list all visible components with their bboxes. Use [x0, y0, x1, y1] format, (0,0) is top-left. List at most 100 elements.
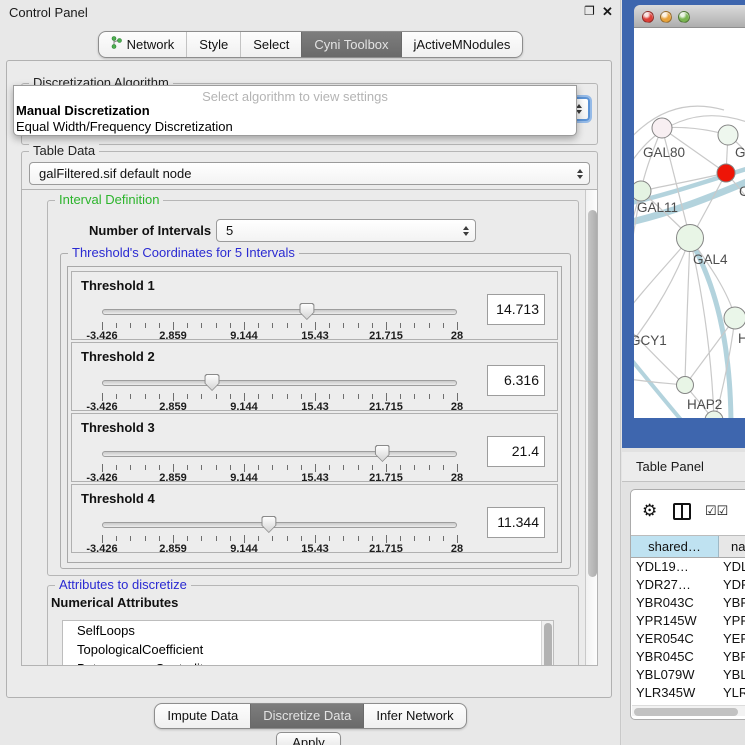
top-tab-bar: NetworkStyleSelectCyni ToolboxjActiveMNo…: [98, 31, 524, 58]
tab-infer-network[interactable]: Infer Network: [363, 704, 465, 728]
gear-icon[interactable]: ⚙: [642, 501, 657, 521]
float-icon[interactable]: ❐: [584, 4, 595, 18]
threshold-slider[interactable]: -3.4262.8599.14415.4321.71528: [102, 447, 457, 481]
tick-mark: [457, 464, 458, 472]
close-icon[interactable]: ✕: [602, 4, 613, 20]
network-window-titlebar[interactable]: [634, 5, 745, 28]
threshold-slider[interactable]: -3.4262.8599.14415.4321.71528: [102, 376, 457, 410]
table-row[interactable]: YLR345WYLR3: [631, 684, 745, 702]
slider-handle[interactable]: [261, 516, 276, 533]
tick-mark: [145, 465, 146, 470]
settings-scrollbar[interactable]: [585, 190, 598, 665]
table-row[interactable]: YDR27…YDR2: [631, 576, 745, 594]
tab-jactivemnodules[interactable]: jActiveMNodules: [401, 32, 523, 57]
tick-mark: [173, 322, 174, 330]
threshold-slider[interactable]: -3.4262.8599.14415.4321.71528: [102, 305, 457, 339]
threshold-slider[interactable]: -3.4262.8599.14415.4321.71528: [102, 518, 457, 552]
tick-mark: [329, 536, 330, 541]
number-of-intervals-value: 5: [226, 223, 233, 238]
threshold-row-4: Threshold 4-3.4262.8599.14415.4321.71528…: [71, 484, 558, 553]
tick-mark: [130, 536, 131, 541]
tick-mark: [358, 536, 359, 541]
tick-mark: [386, 322, 387, 330]
tab-cyni-toolbox[interactable]: Cyni Toolbox: [301, 32, 400, 57]
table-data-group: Table Data galFiltered.sif default node: [21, 151, 598, 194]
columns-icon[interactable]: [673, 503, 691, 520]
network-graph[interactable]: GAL80GACGAL11GAL4GCY1HHAP2: [634, 28, 745, 418]
algorithm-option[interactable]: Equal Width/Frequency Discretization: [14, 119, 576, 135]
network-node[interactable]: [677, 225, 704, 252]
cell-name: YBL0: [719, 666, 745, 684]
threshold-value-field[interactable]: 6.316: [487, 365, 545, 396]
network-edge[interactable]: [685, 238, 690, 383]
numerical-attributes-label: Numerical Attributes: [51, 595, 178, 610]
numerical-attributes-list[interactable]: SelfLoopsTopologicalCoefficientBetweenne…: [62, 620, 554, 666]
mac-close-icon[interactable]: [642, 11, 654, 23]
slider-track[interactable]: [102, 451, 457, 457]
table-row[interactable]: YBR043CYBR0: [631, 594, 745, 612]
table-panel-title: Table Panel: [636, 459, 704, 474]
apply-button[interactable]: Apply: [276, 732, 341, 745]
network-node[interactable]: [634, 181, 651, 201]
table-row[interactable]: YER054CYER0: [631, 630, 745, 648]
mac-minimize-icon[interactable]: [660, 11, 672, 23]
mac-zoom-icon[interactable]: [678, 11, 690, 23]
network-edge[interactable]: [634, 238, 690, 318]
network-node[interactable]: [724, 307, 745, 329]
tab-impute-data[interactable]: Impute Data: [155, 704, 250, 728]
scrollbar-thumb[interactable]: [634, 708, 738, 716]
cell-shared-name: YER054C: [631, 630, 719, 648]
tick-mark: [187, 465, 188, 470]
network-node[interactable]: [717, 164, 735, 182]
tab-network[interactable]: Network: [99, 32, 187, 57]
slider-track[interactable]: [102, 380, 457, 386]
tick-mark: [358, 323, 359, 328]
number-of-intervals-combobox[interactable]: 5: [216, 219, 476, 242]
slider-handle[interactable]: [299, 303, 314, 320]
number-of-intervals-label: Number of Intervals: [89, 223, 211, 238]
tick-mark: [173, 535, 174, 543]
network-node[interactable]: [652, 118, 672, 138]
slider-track[interactable]: [102, 522, 457, 528]
threshold-value-field[interactable]: 11.344: [487, 507, 545, 538]
table-row[interactable]: YPR145WYPR1: [631, 612, 745, 630]
network-node[interactable]: [677, 377, 694, 394]
scrollbar-thumb[interactable]: [588, 210, 597, 577]
tick-mark: [386, 535, 387, 543]
algorithm-option[interactable]: Manual Discretization: [14, 103, 576, 119]
attribute-item-selfloops[interactable]: SelfLoops: [63, 621, 553, 640]
network-canvas[interactable]: GAL80GACGAL11GAL4GCY1HHAP2: [634, 28, 745, 418]
slider-handle[interactable]: [375, 445, 390, 462]
attributes-scrollbar[interactable]: [541, 621, 553, 666]
attribute-item-topologicalcoefficient[interactable]: TopologicalCoefficient: [63, 640, 553, 659]
tick-mark: [343, 394, 344, 399]
tick-label: 28: [451, 472, 463, 484]
tab-style[interactable]: Style: [186, 32, 240, 57]
tick-mark: [443, 536, 444, 541]
threshold-value-field[interactable]: 14.713: [487, 294, 545, 325]
attribute-item-betweennesscentrality[interactable]: BetweennessCentrality: [63, 659, 553, 666]
tick-label: 2.859: [159, 543, 187, 555]
checkbox-icons[interactable]: ☑☑: [705, 503, 728, 519]
table-data-combobox[interactable]: galFiltered.sif default node: [29, 162, 590, 185]
scrollbar-thumb[interactable]: [544, 623, 552, 666]
tick-mark: [201, 323, 202, 328]
column-header-name[interactable]: na: [719, 536, 745, 557]
tab-discretize-data[interactable]: Discretize Data: [250, 704, 363, 728]
network-node[interactable]: [718, 125, 738, 145]
tick-label: 2.859: [159, 401, 187, 413]
slider-tick-labels: -3.4262.8599.14415.4321.71528: [102, 401, 457, 413]
tick-mark: [414, 323, 415, 328]
thresholds-container: Threshold 1-3.4262.8599.14415.4321.71528…: [67, 266, 562, 563]
table-row[interactable]: YDL19…YDL1: [631, 558, 745, 576]
table-row[interactable]: YBL079WYBL0: [631, 666, 745, 684]
slider-handle[interactable]: [205, 374, 220, 391]
cell-shared-name: YDR27…: [631, 576, 719, 594]
threshold-value-field[interactable]: 21.4: [487, 436, 545, 467]
table-row[interactable]: YBR045CYBR0: [631, 648, 745, 666]
table-hscrollbar[interactable]: [632, 705, 745, 716]
tab-select[interactable]: Select: [240, 32, 301, 57]
slider-track[interactable]: [102, 309, 457, 315]
column-header-shared-name[interactable]: shared…: [631, 536, 719, 557]
thresholds-group-title: Threshold's Coordinates for 5 Intervals: [68, 245, 299, 260]
